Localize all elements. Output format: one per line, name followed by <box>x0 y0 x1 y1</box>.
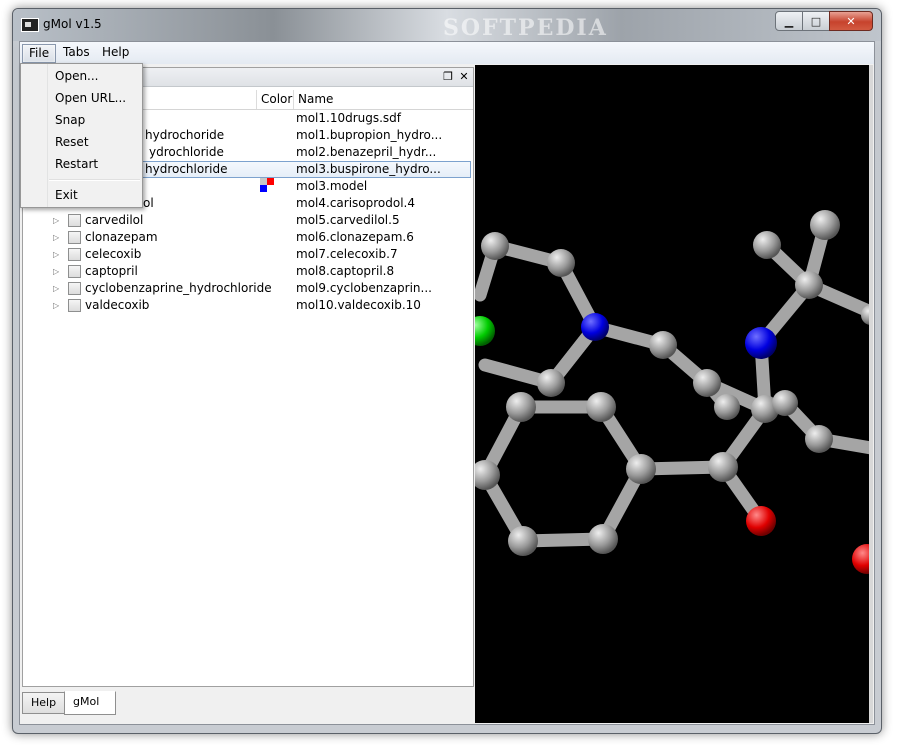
menu-item-restart[interactable]: Restart <box>55 153 98 175</box>
expand-arrow-icon[interactable]: ▷ <box>53 229 63 246</box>
title-bar[interactable]: gMol v1.5 SOFTPEDIA ▁ □ ✕ <box>13 9 881 41</box>
swatch-blue <box>260 185 267 192</box>
row-label: clonazepam <box>85 230 158 244</box>
tree-row[interactable]: ▷ captopril mol8.captopril.8 <box>23 263 473 280</box>
carbon-atom <box>586 392 616 422</box>
row-name: mol2.benazepril_hydr... <box>296 145 437 159</box>
carbon-atom <box>588 524 618 554</box>
menu-bar: File Tabs Help <box>20 42 874 64</box>
nitrogen-atom <box>581 313 609 341</box>
row-name: mol1.bupropion_hydro... <box>296 128 443 142</box>
color-swatch[interactable] <box>260 178 276 194</box>
tab-help[interactable]: Help <box>22 692 66 714</box>
molecule-render <box>475 210 873 574</box>
row-name: mol5.carvedilol.5 <box>296 213 400 227</box>
row-checkbox[interactable] <box>68 282 81 295</box>
carbon-atom <box>626 454 656 484</box>
row-label: celecoxib <box>85 247 142 261</box>
row-label: ol <box>143 196 154 210</box>
row-label: ydrochloride <box>149 145 224 159</box>
menu-help[interactable]: Help <box>96 44 135 61</box>
carbon-atom <box>708 452 738 482</box>
carbon-atom <box>795 271 823 299</box>
row-checkbox[interactable] <box>68 265 81 278</box>
carbon-atom <box>508 526 538 556</box>
menu-item-snap[interactable]: Snap <box>55 109 85 131</box>
carbon-atom <box>481 232 509 260</box>
row-name: mol6.clonazepam.6 <box>296 230 414 244</box>
viewer-scrollbar[interactable] <box>869 65 873 723</box>
menu-icon-gutter <box>21 64 48 207</box>
row-name: mol10.valdecoxib.10 <box>296 298 421 312</box>
close-button[interactable]: ✕ <box>829 11 873 31</box>
menu-item-exit[interactable]: Exit <box>55 184 78 206</box>
file-dropdown-menu: Open... Open URL... Snap Reset Restart E… <box>20 63 143 208</box>
app-icon <box>21 18 39 32</box>
row-checkbox[interactable] <box>68 299 81 312</box>
column-name[interactable]: Name <box>293 90 468 109</box>
float-panel-icon[interactable]: ❐ <box>441 69 455 84</box>
row-name: mol4.carisoprodol.4 <box>296 196 415 210</box>
row-name: mol9.cyclobenzaprin... <box>296 281 432 295</box>
menu-separator <box>49 179 140 181</box>
row-name: mol7.celecoxib.7 <box>296 247 398 261</box>
carbon-atom <box>810 210 840 240</box>
minimize-button[interactable]: ▁ <box>775 11 803 31</box>
row-name: mol1.10drugs.sdf <box>296 111 402 125</box>
carbon-atom <box>805 425 833 453</box>
window-title: gMol v1.5 <box>43 17 102 31</box>
row-label: hydrochloride <box>145 162 228 176</box>
carbon-atom <box>693 369 721 397</box>
nitrogen-atom <box>745 327 777 359</box>
client-area: File Tabs Help ❐ ✕ Color Name mol1.10dru… <box>19 41 875 725</box>
row-label: captopril <box>85 264 138 278</box>
chlorine-atom <box>475 316 495 346</box>
watermark-text: SOFTPEDIA <box>443 15 608 41</box>
tree-row[interactable]: ▷ celecoxib mol7.celecoxib.7 <box>23 246 473 263</box>
row-name: mol8.captopril.8 <box>296 264 395 278</box>
tab-gmol[interactable]: gMol <box>64 691 116 715</box>
oxygen-atom <box>746 506 776 536</box>
row-checkbox[interactable] <box>68 231 81 244</box>
menu-file[interactable]: File <box>22 44 57 63</box>
row-name: mol3.buspirone_hydro... <box>296 162 441 176</box>
maximize-button[interactable]: □ <box>802 11 830 31</box>
row-name: mol3.model <box>296 179 368 193</box>
menu-tabs[interactable]: Tabs <box>57 44 96 61</box>
row-checkbox[interactable] <box>68 214 81 227</box>
swatch-red <box>267 178 274 185</box>
row-label: valdecoxib <box>85 298 150 312</box>
expand-arrow-icon[interactable]: ▷ <box>53 246 63 263</box>
carbon-atom <box>537 369 565 397</box>
molecule-3d-viewer[interactable] <box>475 65 873 723</box>
row-label: hydrochoride <box>145 128 225 142</box>
column-color[interactable]: Color <box>256 90 293 109</box>
row-label: cyclobenzaprine_hydrochloride <box>85 281 272 295</box>
expand-arrow-icon[interactable]: ▷ <box>53 297 63 314</box>
close-panel-icon[interactable]: ✕ <box>457 69 471 84</box>
row-label: carvedilol <box>85 213 144 227</box>
carbon-atom <box>772 390 798 416</box>
carbon-atom <box>547 249 575 277</box>
tree-row[interactable]: ▷ cyclobenzaprine_hydrochloride mol9.cyc… <box>23 280 473 297</box>
menu-item-reset[interactable]: Reset <box>55 131 89 153</box>
carbon-atom <box>753 231 781 259</box>
tree-row[interactable]: ▷ carvedilol mol5.carvedilol.5 <box>23 212 473 229</box>
menu-item-open-url[interactable]: Open URL... <box>55 87 126 109</box>
tree-row[interactable]: ▷ clonazepam mol6.clonazepam.6 <box>23 229 473 246</box>
expand-arrow-icon[interactable]: ▷ <box>53 280 63 297</box>
carbon-atom <box>649 331 677 359</box>
carbon-atom <box>714 394 740 420</box>
row-checkbox[interactable] <box>68 248 81 261</box>
carbon-atom <box>506 392 536 422</box>
tree-row[interactable]: ▷ valdecoxib mol10.valdecoxib.10 <box>23 297 473 314</box>
swatch-gray <box>260 178 267 185</box>
caption-buttons: ▁ □ ✕ <box>775 11 873 31</box>
expand-arrow-icon[interactable]: ▷ <box>53 263 63 280</box>
expand-arrow-icon[interactable]: ▷ <box>53 212 63 229</box>
menu-item-open[interactable]: Open... <box>55 65 99 87</box>
